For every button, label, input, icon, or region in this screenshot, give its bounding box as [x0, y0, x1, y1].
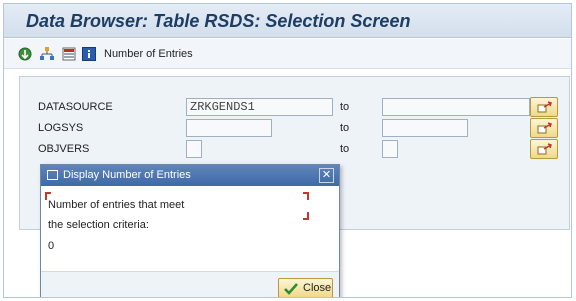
selection-options-icon[interactable] — [62, 47, 76, 61]
dialog-title: Display Number of Entries — [63, 169, 191, 181]
dialog-title-bar[interactable]: Display Number of Entries ✕ — [41, 165, 339, 186]
datasource-to-field[interactable] — [382, 98, 530, 116]
field-label-logsys: LOGSYS — [38, 122, 84, 134]
number-of-entries-dialog: Display Number of Entries ✕ Number of en… — [40, 164, 340, 297]
sap-window: Data Browser: Table RSDS: Selection Scre… — [3, 3, 572, 298]
objvers-multiple-selection-button[interactable] — [530, 139, 558, 159]
dialog-message-line-1: Number of entries that meet — [48, 199, 185, 211]
close-button-label: Close — [303, 282, 332, 294]
to-label: to — [340, 143, 350, 155]
window-title: Data Browser: Table RSDS: Selection Scre… — [26, 11, 411, 31]
execute-icon[interactable] — [18, 47, 32, 61]
highlight-corner-top-right — [303, 192, 309, 200]
logsys-to-field[interactable] — [382, 119, 468, 137]
objvers-from-field[interactable] — [186, 140, 202, 158]
window-icon — [47, 170, 58, 180]
checkmark-icon — [284, 283, 298, 295]
objvers-to-field[interactable] — [382, 140, 398, 158]
logsys-multiple-selection-button[interactable] — [530, 118, 558, 138]
highlight-corner-bottom-right — [303, 212, 309, 220]
title-bar: Data Browser: Table RSDS: Selection Scre… — [4, 4, 571, 38]
datasource-multiple-selection-button[interactable] — [530, 97, 558, 117]
field-label-objvers: OBJVERS — [38, 143, 90, 155]
entry-count: 0 — [48, 240, 55, 252]
dialog-footer: Close — [41, 271, 339, 297]
close-button[interactable]: Close — [278, 278, 333, 297]
info-icon[interactable] — [82, 47, 96, 61]
hierarchy-icon[interactable] — [40, 47, 54, 61]
datasource-from-field[interactable]: ZRKGENDS1 — [186, 98, 333, 116]
close-icon[interactable]: ✕ — [319, 168, 334, 183]
application-toolbar: Number of Entries — [4, 39, 571, 69]
logsys-from-field[interactable] — [186, 119, 272, 137]
to-label: to — [340, 101, 350, 113]
multiple-selection-icon — [537, 143, 552, 155]
to-label: to — [340, 122, 350, 134]
multiple-selection-icon — [537, 122, 552, 134]
multiple-selection-icon — [537, 101, 552, 113]
field-label-datasource: DATASOURCE — [38, 101, 113, 113]
number-of-entries-button[interactable]: Number of Entries — [104, 48, 193, 60]
dialog-message-line-2: the selection criteria: — [48, 219, 149, 231]
